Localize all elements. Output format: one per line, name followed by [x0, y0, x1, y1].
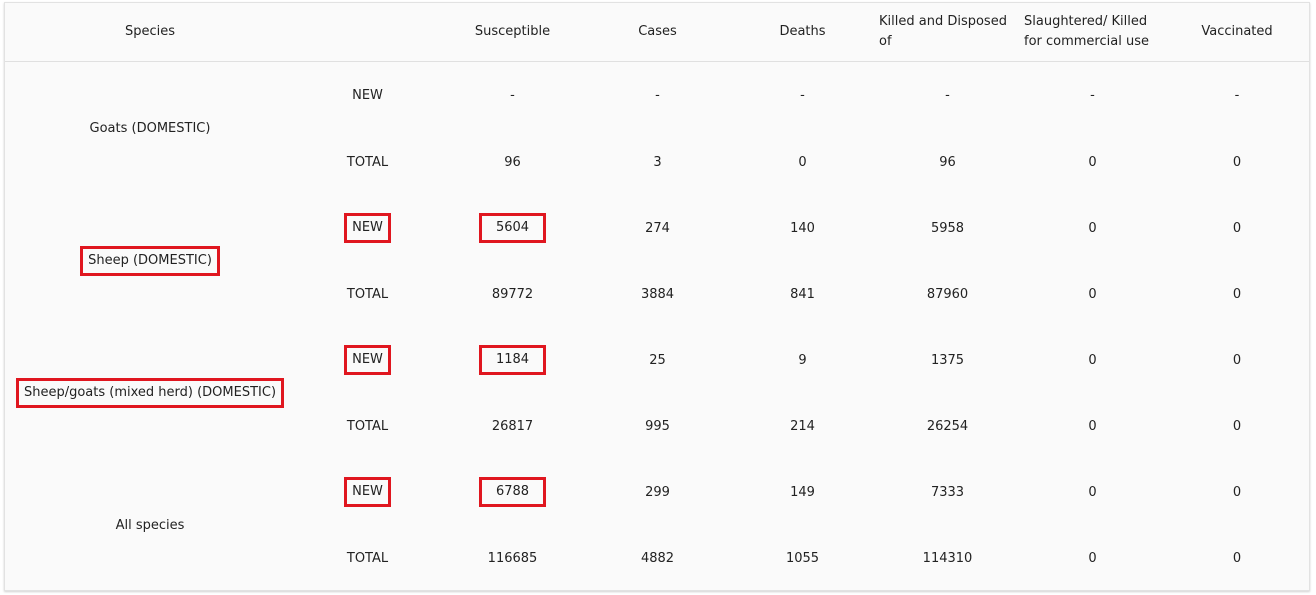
header-susceptible: Susceptible	[440, 3, 585, 62]
species-name: All species	[115, 517, 185, 533]
slaughtered-cell: 0	[1088, 418, 1097, 434]
species-cell: Sheep/goats (mixed herd) (DOMESTIC)	[5, 327, 295, 459]
susceptible-value-highlighted: 5604	[478, 213, 547, 243]
species-statistics-table: Species Susceptible Cases Deaths Killed …	[5, 3, 1309, 590]
header-species: Species	[5, 3, 295, 62]
deaths-cell: 1055	[785, 550, 820, 566]
header-vaccinated: Vaccinated	[1165, 3, 1309, 62]
deaths-cell: -	[800, 88, 805, 103]
species-name-highlighted: Sheep (DOMESTIC)	[80, 246, 220, 276]
killed-cell: 96	[939, 154, 956, 170]
vaccinated-cell: -	[1234, 88, 1240, 103]
row-type-new: NEW	[352, 88, 383, 103]
row-type-new-highlighted: NEW	[344, 477, 391, 507]
slaughtered-cell: 0	[1088, 154, 1097, 170]
deaths-cell: 9	[798, 352, 807, 368]
deaths-cell: 0	[798, 154, 807, 170]
row-type-new-highlighted: NEW	[344, 213, 391, 243]
slaughtered-cell: 0	[1088, 352, 1097, 368]
row-type-total: TOTAL	[346, 550, 389, 566]
susceptible-cell: 1184	[440, 327, 585, 393]
killed-cell: 87960	[926, 286, 969, 302]
species-cell: Sheep (DOMESTIC)	[5, 195, 295, 327]
vaccinated-cell: 0	[1232, 220, 1242, 236]
cases-cell: 4882	[640, 550, 675, 566]
row-type-total: TOTAL	[346, 418, 389, 434]
header-cases: Cases	[585, 3, 730, 62]
row-type-new: NEW	[295, 459, 440, 525]
killed-cell: -	[945, 88, 950, 103]
susceptible-cell: 116685	[487, 550, 538, 566]
susceptible-cell: 6788	[440, 459, 585, 525]
species-name: Goats (DOMESTIC)	[89, 121, 211, 136]
cases-cell: -	[655, 88, 660, 103]
row-type-total: TOTAL	[346, 286, 389, 302]
header-type	[295, 3, 440, 62]
species-cell: All species	[5, 459, 295, 590]
table-row: Sheep/goats (mixed herd) (DOMESTIC) NEW …	[5, 327, 1309, 408]
cases-cell: 299	[645, 484, 670, 500]
susceptible-cell: 26817	[491, 418, 534, 434]
killed-cell: 1375	[930, 352, 965, 368]
outbreak-statistics-panel: Species Susceptible Cases Deaths Killed …	[4, 2, 1310, 591]
susceptible-value-highlighted: 6788	[478, 477, 547, 507]
header-deaths: Deaths	[730, 3, 875, 62]
row-type-total: TOTAL	[346, 154, 389, 170]
slaughtered-cell: 0	[1088, 484, 1097, 500]
deaths-cell: 149	[790, 484, 815, 500]
species-name-highlighted: Sheep/goats (mixed herd) (DOMESTIC)	[15, 378, 285, 408]
slaughtered-cell: 0	[1088, 550, 1097, 566]
deaths-cell: 140	[790, 220, 815, 236]
vaccinated-cell: 0	[1232, 286, 1242, 302]
vaccinated-cell: 0	[1232, 550, 1242, 566]
row-type-new-highlighted: NEW	[344, 345, 391, 375]
susceptible-cell: 5604	[440, 195, 585, 261]
deaths-cell: 214	[790, 418, 815, 434]
deaths-cell: 841	[790, 286, 815, 302]
table-header-row: Species Susceptible Cases Deaths Killed …	[5, 3, 1309, 62]
cases-cell: 274	[645, 220, 670, 236]
susceptible-cell: 96	[504, 154, 521, 170]
species-cell: Goats (DOMESTIC)	[5, 62, 295, 196]
table-row: Goats (DOMESTIC) NEW - - - - - -	[5, 62, 1309, 136]
cases-cell: 995	[645, 418, 670, 434]
killed-cell: 5958	[930, 220, 965, 236]
susceptible-cell: -	[510, 88, 515, 103]
row-type-new: NEW	[295, 195, 440, 261]
header-killed-disposed: Killed and Disposed of	[875, 3, 1020, 62]
vaccinated-cell: 0	[1232, 352, 1242, 368]
slaughtered-cell: 0	[1088, 286, 1097, 302]
killed-cell: 26254	[926, 418, 969, 434]
cases-cell: 3884	[640, 286, 675, 302]
susceptible-value-highlighted: 1184	[478, 345, 547, 375]
row-type-new: NEW	[295, 327, 440, 393]
header-slaughtered: Slaughtered/ Killed for commercial use	[1020, 3, 1165, 62]
killed-cell: 114310	[922, 550, 973, 566]
susceptible-cell: 89772	[491, 286, 534, 302]
table-row: Sheep (DOMESTIC) NEW 5604 274 140 5958 0…	[5, 195, 1309, 276]
table-row: All species NEW 6788 299 149 7333 0 0	[5, 459, 1309, 533]
cases-cell: 3	[653, 154, 662, 170]
vaccinated-cell: 0	[1232, 484, 1242, 500]
slaughtered-cell: -	[1090, 88, 1095, 103]
killed-cell: 7333	[930, 484, 965, 500]
slaughtered-cell: 0	[1088, 220, 1097, 236]
vaccinated-cell: 0	[1232, 418, 1242, 434]
cases-cell: 25	[649, 352, 666, 368]
vaccinated-cell: 0	[1232, 154, 1242, 170]
